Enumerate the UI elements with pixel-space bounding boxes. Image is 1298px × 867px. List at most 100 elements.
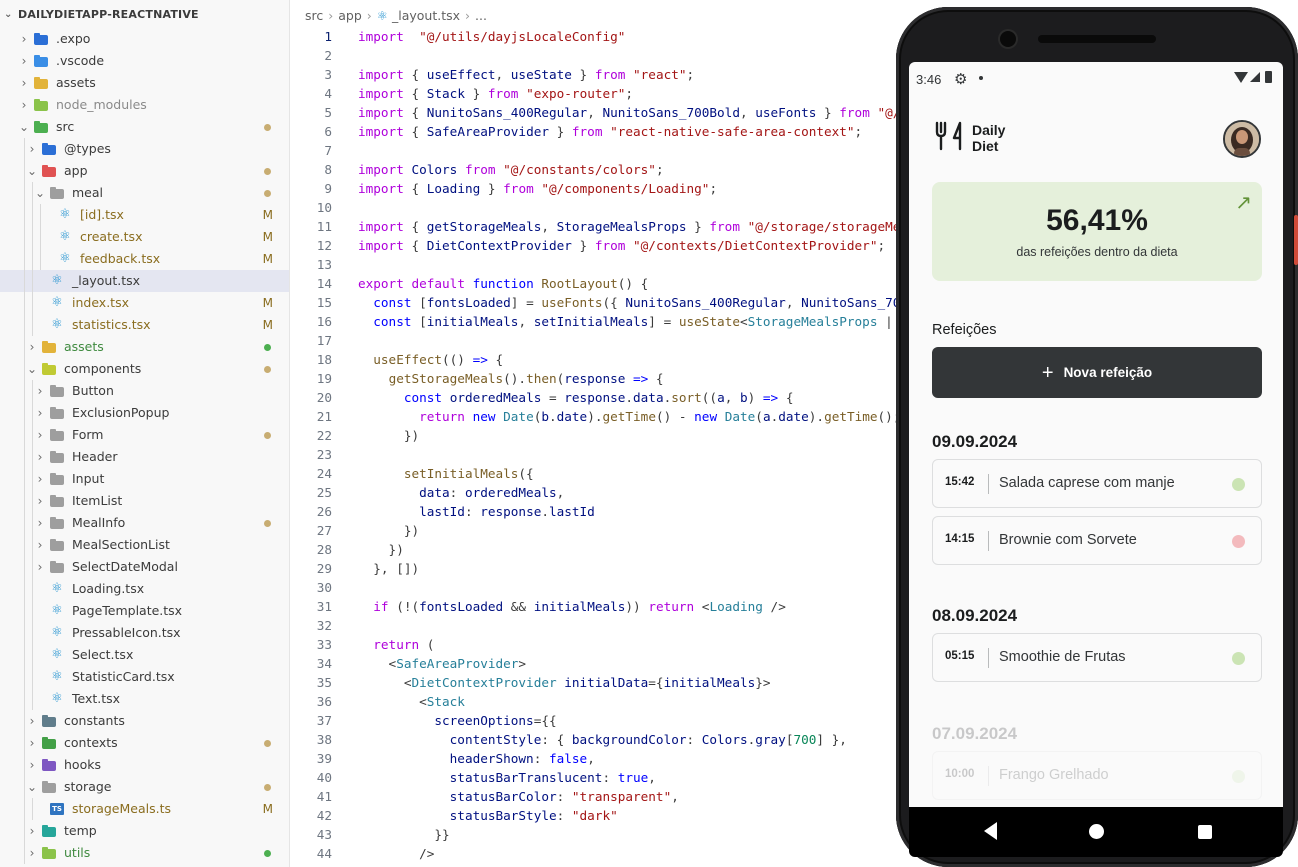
meal-date-header: 08.09.2024 bbox=[932, 606, 1018, 625]
tree-item[interactable]: › MealInfo bbox=[0, 512, 289, 534]
indent-guide bbox=[32, 226, 33, 248]
tree-item[interactable]: › assets bbox=[0, 336, 289, 358]
chevron-right-icon[interactable]: › bbox=[34, 534, 46, 556]
chevron-right-icon[interactable]: › bbox=[34, 424, 46, 446]
chevron-down-icon[interactable]: ⌄ bbox=[26, 160, 38, 182]
tree-item[interactable]: ⚛ _layout.tsx bbox=[0, 270, 289, 292]
tree-item-label: Header bbox=[72, 449, 118, 464]
tree-item[interactable]: › SelectDateModal bbox=[0, 556, 289, 578]
tree-item[interactable]: › Button bbox=[0, 380, 289, 402]
line-number: 34 bbox=[316, 656, 332, 671]
tree-item[interactable]: ⌄ meal bbox=[0, 182, 289, 204]
indent-guide bbox=[24, 490, 25, 512]
chevron-right-icon[interactable]: › bbox=[34, 380, 46, 402]
chevron-right-icon[interactable]: › bbox=[26, 710, 38, 732]
avatar[interactable] bbox=[1223, 120, 1261, 158]
chevron-down-icon[interactable]: ⌄ bbox=[26, 776, 38, 798]
react-icon: ⚛ bbox=[59, 207, 71, 222]
tree-item[interactable]: › .vscode bbox=[0, 50, 289, 72]
tree-item[interactable]: ⚛ create.tsx M bbox=[0, 226, 289, 248]
tree-item[interactable]: ⚛ Select.tsx bbox=[0, 644, 289, 666]
chevron-right-icon[interactable]: › bbox=[18, 72, 30, 94]
chevron-down-icon[interactable]: ⌄ bbox=[18, 116, 30, 138]
status-time: 3:46 bbox=[916, 72, 942, 87]
tree-item[interactable]: › Form bbox=[0, 424, 289, 446]
chevron-right-icon[interactable]: › bbox=[26, 732, 38, 754]
meal-item[interactable]: 15:42 Salada caprese com manje bbox=[932, 459, 1262, 508]
chevron-right-icon[interactable]: › bbox=[26, 842, 38, 864]
tree-item[interactable]: ⚛ feedback.tsx M bbox=[0, 248, 289, 270]
tree-item[interactable]: ⚛ Text.tsx bbox=[0, 688, 289, 710]
constants-folder-icon bbox=[42, 715, 56, 727]
code-text: setInitialMeals({ bbox=[403, 466, 534, 481]
tree-item[interactable]: › temp bbox=[0, 820, 289, 842]
home-icon[interactable] bbox=[1089, 824, 1104, 839]
tree-item[interactable]: ⚛ PressableIcon.tsx bbox=[0, 622, 289, 644]
breadcrumb-app[interactable]: app bbox=[338, 8, 362, 23]
line-number: 25 bbox=[316, 485, 332, 500]
statistics-card[interactable]: 56,41% das refeições dentro da dieta ↗ bbox=[932, 182, 1262, 281]
explorer-root-folder[interactable]: ⌄ DAILYDIETAPP-REACTNATIVE bbox=[0, 0, 289, 28]
breadcrumb-file[interactable]: _layout.tsx bbox=[392, 8, 460, 23]
tree-item[interactable]: › utils bbox=[0, 842, 289, 864]
tree-item[interactable]: ⚛ PageTemplate.tsx bbox=[0, 600, 289, 622]
chevron-right-icon[interactable]: › bbox=[18, 28, 30, 50]
breadcrumb-more[interactable]: ... bbox=[475, 8, 487, 23]
chevron-right-icon[interactable]: › bbox=[26, 820, 38, 842]
chevron-right-icon[interactable]: › bbox=[34, 468, 46, 490]
tree-item[interactable]: › contexts bbox=[0, 732, 289, 754]
battery-icon bbox=[1265, 71, 1272, 83]
tree-item[interactable]: › @types bbox=[0, 138, 289, 160]
chevron-down-icon[interactable]: ⌄ bbox=[34, 182, 46, 204]
new-meal-button-label: Nova refeição bbox=[1063, 365, 1153, 380]
tree-item[interactable]: › .expo bbox=[0, 28, 289, 50]
line-number: 28 bbox=[316, 542, 332, 557]
line-number: 7 bbox=[324, 143, 332, 158]
tree-item[interactable]: › ItemList bbox=[0, 490, 289, 512]
back-icon[interactable] bbox=[984, 822, 997, 840]
chevron-right-icon[interactable]: › bbox=[34, 490, 46, 512]
tree-item[interactable]: ⌄ storage bbox=[0, 776, 289, 798]
arrow-up-right-icon[interactable]: ↗ bbox=[1235, 190, 1252, 214]
breadcrumb-src[interactable]: src bbox=[305, 8, 323, 23]
chevron-right-icon[interactable]: › bbox=[26, 138, 38, 160]
tree-item[interactable]: ⌄ components bbox=[0, 358, 289, 380]
tree-item[interactable]: › hooks bbox=[0, 754, 289, 776]
tree-item[interactable]: ⚛ Loading.tsx bbox=[0, 578, 289, 600]
code-text: lastId: response.lastId bbox=[419, 504, 595, 519]
chevron-down-icon[interactable]: ⌄ bbox=[26, 358, 38, 380]
tree-item[interactable]: ⌄ src bbox=[0, 116, 289, 138]
git-status-dot bbox=[264, 366, 271, 373]
tree-item[interactable]: ⚛ StatisticCard.tsx bbox=[0, 666, 289, 688]
meal-item[interactable]: 05:15 Smoothie de Frutas bbox=[932, 633, 1262, 682]
chevron-right-icon[interactable]: › bbox=[18, 94, 30, 116]
tree-item[interactable]: ⚛ statistics.tsx M bbox=[0, 314, 289, 336]
chevron-right-icon[interactable]: › bbox=[34, 446, 46, 468]
recent-apps-icon[interactable] bbox=[1198, 825, 1212, 839]
tree-item[interactable]: › ExclusionPopup bbox=[0, 402, 289, 424]
git-status-dot bbox=[264, 190, 271, 197]
meal-item[interactable]: 14:15 Brownie com Sorvete bbox=[932, 516, 1262, 565]
tree-item[interactable]: › assets bbox=[0, 72, 289, 94]
notification-dot-icon bbox=[979, 76, 983, 80]
tree-item[interactable]: ⚛ index.tsx M bbox=[0, 292, 289, 314]
chevron-right-icon[interactable]: › bbox=[34, 402, 46, 424]
chevron-right-icon[interactable]: › bbox=[18, 50, 30, 72]
meal-item[interactable]: 10:00 Frango Grelhado bbox=[932, 751, 1262, 800]
tree-item[interactable]: TS storageMeals.ts M bbox=[0, 798, 289, 820]
tree-item[interactable]: › constants bbox=[0, 710, 289, 732]
indent-guide bbox=[24, 270, 25, 292]
tree-item-label: index.tsx bbox=[72, 295, 129, 310]
tree-item[interactable]: ⌄ app bbox=[0, 160, 289, 182]
tree-item[interactable]: › Input bbox=[0, 468, 289, 490]
tree-item[interactable]: › node_modules bbox=[0, 94, 289, 116]
chevron-right-icon[interactable]: › bbox=[26, 754, 38, 776]
tree-item[interactable]: › MealSectionList bbox=[0, 534, 289, 556]
line-number: 1 bbox=[324, 29, 332, 44]
chevron-right-icon[interactable]: › bbox=[34, 556, 46, 578]
tree-item[interactable]: ⚛ [id].tsx M bbox=[0, 204, 289, 226]
chevron-right-icon[interactable]: › bbox=[34, 512, 46, 534]
chevron-right-icon[interactable]: › bbox=[26, 336, 38, 358]
new-meal-button[interactable]: + Nova refeição bbox=[932, 347, 1262, 398]
tree-item[interactable]: › Header bbox=[0, 446, 289, 468]
